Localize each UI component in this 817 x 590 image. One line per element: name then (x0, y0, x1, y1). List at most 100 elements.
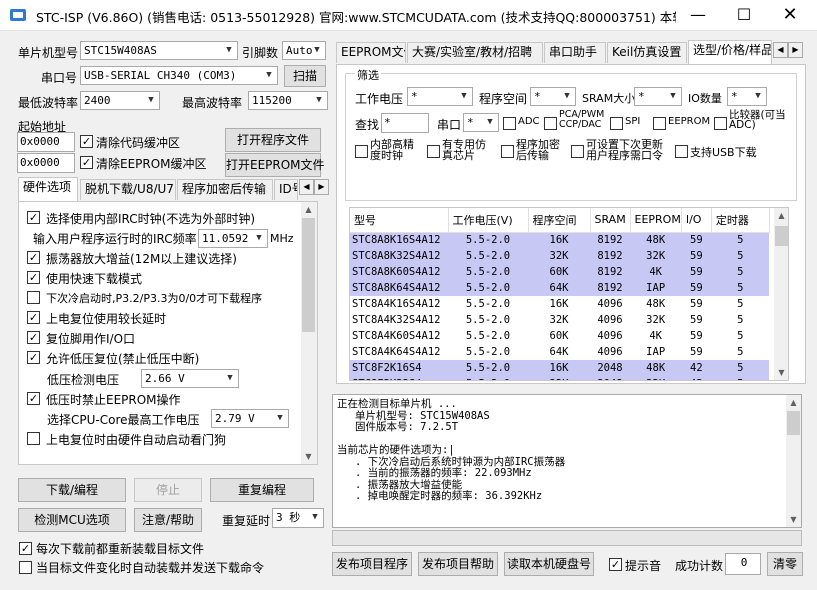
eeprom-checkbox[interactable] (653, 117, 666, 130)
column-header[interactable]: 工作电压(V) (448, 208, 529, 233)
auto-send-checkbox[interactable] (19, 561, 32, 574)
close-button[interactable]: ✕ (767, 0, 813, 31)
scroll-down-icon[interactable]: ▼ (786, 512, 801, 527)
table-row[interactable]: STC8F2K16S4 5.5-2.0 16K 2048 48K 42 5 (350, 360, 770, 376)
voltage-select[interactable]: * ▼ (407, 87, 473, 106)
log-scrollbar[interactable]: ▲ ▼ (786, 395, 801, 527)
flash-select[interactable]: * ▼ (530, 87, 576, 106)
option-checkbox[interactable] (27, 291, 40, 304)
log-output[interactable]: 正在检测目标单片机 ... 单片机型号: STC15W408AS 固件版本号: 7.… (332, 394, 802, 528)
open-eeprom-button[interactable]: 打开EEPROM文件 (225, 153, 325, 177)
eeprom-address-input[interactable]: 0x0000 (17, 153, 75, 173)
option-checkbox[interactable] (27, 432, 40, 445)
code-address-input[interactable]: 0x0000 (17, 132, 75, 152)
reprogram-button[interactable]: 重复编程 (210, 478, 314, 502)
lvd-select[interactable]: 2.66 V ▼ (141, 369, 239, 388)
tab-offline-download[interactable]: 脱机下载/U8/U7 (80, 179, 176, 200)
table-row[interactable]: STC8A4K16S4A12 5.5-2.0 16K 4096 48K 59 5 (350, 296, 769, 312)
table-row[interactable]: STC8A8K64S4A12 5.5-2.0 64K 8192 IAP 59 5 (350, 280, 770, 296)
repeat-delay-select[interactable]: 3 秒 ▼ (272, 508, 324, 528)
clear-count-button[interactable]: 清零 (767, 552, 803, 576)
publish-program-button[interactable]: 发布项目程序 (332, 552, 412, 576)
download-program-button[interactable]: 下载/编程 (18, 478, 126, 502)
option-checkbox[interactable]: ✓ (27, 351, 40, 364)
open-program-button[interactable]: 打开程序文件 (225, 128, 321, 152)
dedicated-sim-checkbox[interactable] (427, 145, 440, 158)
sram-select[interactable]: * ▼ (634, 87, 682, 106)
tab-scroll-left-icon[interactable]: ◀ (299, 179, 314, 195)
option-checkbox[interactable]: ✓ (27, 311, 40, 324)
table-row[interactable]: STC8F2K32S45.5-2.032K204832K425 (350, 376, 770, 380)
adc-checkbox[interactable] (503, 117, 516, 130)
option-checkbox[interactable]: ✓ (27, 271, 40, 284)
scroll-thumb[interactable] (302, 218, 315, 332)
scroll-up-icon[interactable]: ▲ (301, 202, 316, 217)
tab-selection-price[interactable]: 选型/价格/样品 (688, 40, 772, 64)
column-header[interactable]: SRAM (590, 208, 631, 233)
table-row[interactable]: STC8A4K60S4A12 5.5-2.0 60K 4096 4K 59 5 (350, 328, 769, 344)
spi-checkbox[interactable] (610, 117, 623, 130)
core-voltage-select[interactable]: 2.79 V ▼ (211, 409, 289, 428)
scan-button[interactable]: 扫描 (284, 65, 326, 87)
tab-contest-lab[interactable]: 大赛/实验室/教材/招聘 (407, 42, 543, 63)
table-row[interactable]: STC8A8K32S4A12 5.5-2.0 32K 8192 32K 59 5 (350, 248, 770, 264)
options-scrollbar[interactable]: ▲ ▼ (301, 202, 317, 464)
scroll-thumb[interactable] (775, 226, 788, 246)
help-button[interactable]: 注意/帮助 (134, 508, 202, 532)
check-mcu-button[interactable]: 检测MCU选项 (18, 508, 126, 532)
scroll-down-icon[interactable]: ▼ (774, 365, 788, 380)
tab-serial-assistant[interactable]: 串口助手 (544, 42, 606, 63)
table-row[interactable]: STC8A4K64S4A12 5.5-2.0 64K 4096 IAP 59 5 (350, 344, 769, 360)
port-select[interactable]: USB-SERIAL CH340 (COM3) ▼ (80, 66, 278, 85)
scroll-thumb[interactable] (787, 411, 800, 435)
tab-id[interactable]: ID号 (274, 179, 298, 200)
read-disk-serial-button[interactable]: 读取本机硬盘号 (504, 552, 594, 576)
clear-code-checkbox[interactable]: ✓ (80, 135, 93, 148)
comparator-checkbox[interactable] (714, 117, 727, 130)
search-input[interactable]: * (381, 113, 429, 133)
option-checkbox[interactable]: ✓ (27, 392, 40, 405)
column-header[interactable]: EEPROM (630, 208, 682, 233)
table-row[interactable]: STC8A4K32S4A12 5.5-2.0 32K 4096 32K 59 5 (350, 312, 769, 328)
tab-eeprom-file[interactable]: EEPROM文件 (336, 42, 406, 63)
scroll-up-icon[interactable]: ▲ (786, 395, 801, 410)
uart-select[interactable]: * ▼ (463, 113, 499, 132)
column-header[interactable]: 型号 (350, 208, 449, 233)
maximize-button[interactable]: ☐ (721, 0, 767, 31)
pca-checkbox[interactable] (544, 117, 557, 130)
encrypt-checkbox[interactable] (501, 145, 514, 158)
tab-encrypted-transfer[interactable]: 程序加密后传输 (177, 179, 273, 200)
option-checkbox[interactable]: ✓ (27, 331, 40, 344)
publish-help-button[interactable]: 发布项目帮助 (418, 552, 498, 576)
tab-scroll-left-icon[interactable]: ◀ (773, 42, 788, 58)
tab-hardware-options[interactable]: 硬件选项 (18, 177, 78, 201)
user-update-checkbox[interactable] (571, 145, 584, 158)
clear-eeprom-checkbox[interactable]: ✓ (80, 156, 93, 169)
scroll-down-icon[interactable]: ▼ (301, 449, 316, 464)
column-header[interactable]: 程序空间 (528, 208, 591, 233)
sound-checkbox[interactable]: ✓ (609, 558, 622, 571)
option-checkbox[interactable]: ✓ (27, 211, 40, 224)
pin-count-select[interactable]: Auto ▼ (282, 41, 326, 60)
usb-label: 支持USB下载 (690, 146, 757, 159)
reload-before-download-checkbox[interactable]: ✓ (19, 542, 32, 555)
usb-checkbox[interactable] (675, 145, 688, 158)
tab-keil-sim[interactable]: Keil仿真设置 (607, 42, 687, 63)
table-row[interactable]: STC8A8K16S4A12 5.5-2.0 16K 8192 48K 59 5 (350, 232, 770, 248)
tab-scroll-right-icon[interactable]: ▶ (788, 42, 803, 58)
min-baud-select[interactable]: 2400 ▼ (80, 91, 160, 110)
table-row[interactable]: STC8A8K60S4A12 5.5-2.0 60K 8192 4K 59 5 (350, 264, 770, 280)
column-header[interactable]: I/O (681, 208, 712, 233)
tab-scroll-right-icon[interactable]: ▶ (314, 179, 329, 195)
stop-button[interactable]: 停止 (134, 478, 202, 502)
max-baud-select[interactable]: 115200 ▼ (248, 91, 328, 110)
irc-freq-select[interactable]: 11.0592 ▼ (198, 229, 268, 248)
option-checkbox[interactable]: ✓ (27, 251, 40, 264)
column-header[interactable]: 定时器 (711, 208, 770, 233)
mcu-type-select[interactable]: STC15W408AS ▼ (80, 41, 238, 60)
io-select[interactable]: * ▼ (727, 87, 767, 106)
internal-clock-checkbox[interactable] (355, 145, 368, 158)
scroll-up-icon[interactable]: ▲ (774, 208, 788, 223)
minimize-button[interactable]: — (675, 0, 721, 31)
table-scrollbar[interactable]: ▲ ▼ (774, 208, 788, 380)
